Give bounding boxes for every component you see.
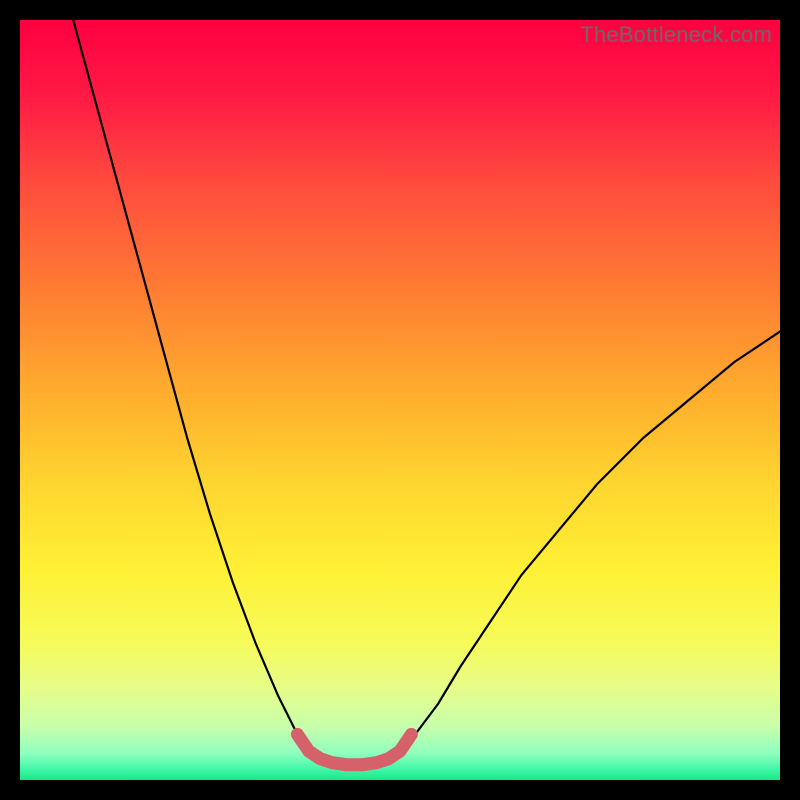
chart-frame: TheBottleneck.com <box>0 0 800 800</box>
curve-left-branch <box>73 20 309 753</box>
curve-layer <box>20 20 780 780</box>
trough-highlight <box>297 734 411 764</box>
plot-area: TheBottleneck.com <box>20 20 780 780</box>
watermark-text: TheBottleneck.com <box>580 22 772 48</box>
curve-right-branch <box>400 332 780 754</box>
